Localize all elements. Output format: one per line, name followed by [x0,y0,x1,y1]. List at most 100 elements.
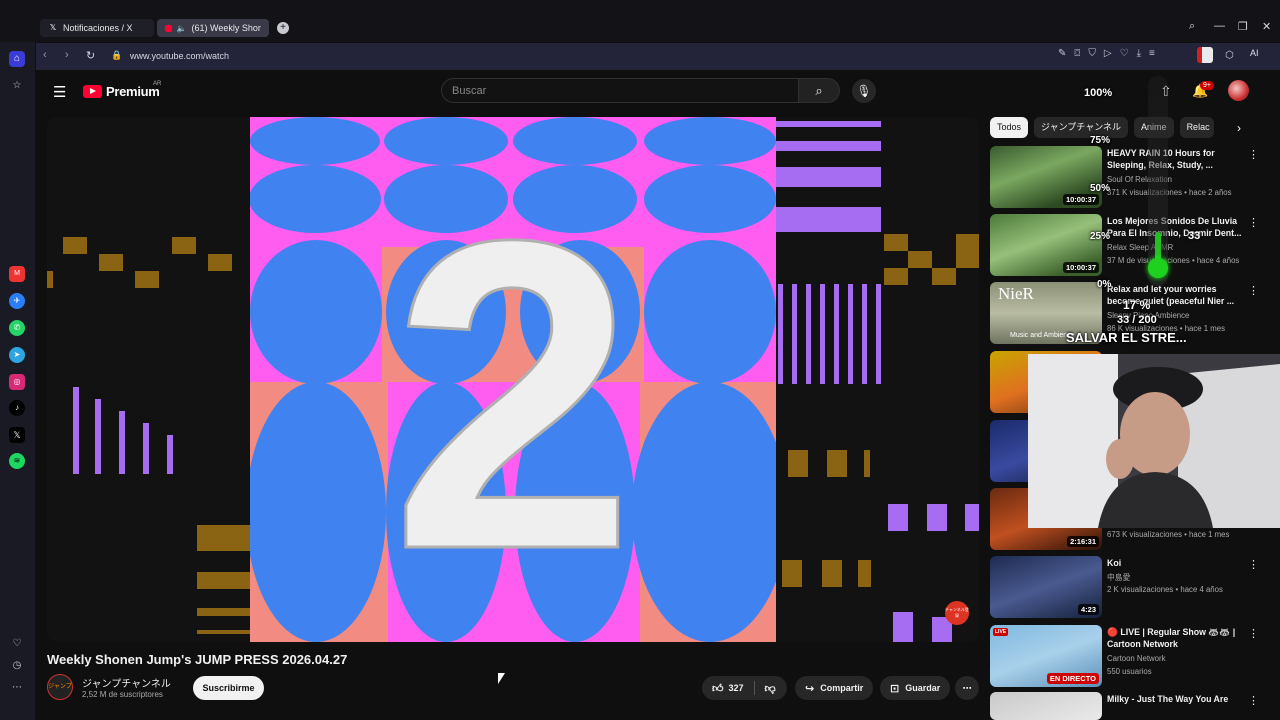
menu-icon[interactable]: ≡ [1149,48,1155,59]
overlay-volume-value: 33 [1188,230,1201,242]
list-item[interactable]: 4:23 Koi 中島愛 2 K visualizaciones • hace … [990,556,1270,618]
subscriber-count: 2,52 M de suscriptores [82,690,163,699]
puzzle-icon[interactable]: ⬡ [1225,50,1234,61]
close-window-icon[interactable]: ✕ [1262,20,1271,33]
channel-name[interactable]: Cartoon Network [1107,654,1166,663]
whatsapp-icon[interactable]: ✆ [9,320,25,336]
tab-youtube[interactable]: 🔈 (61) Weekly Shonen J... [157,19,269,37]
speaker-icon[interactable]: 🔈 [177,24,187,33]
video-title[interactable]: 🔴 LIVE | Regular Show 🦝🦝 | Cartoon Netwo… [1107,626,1247,650]
brand-label: Premium [106,84,160,99]
account-avatar[interactable] [1228,80,1249,101]
overlay-goal-text: SALVAR EL STRE... [1066,330,1187,345]
reload-icon[interactable]: ↻ [86,49,95,62]
spotify-icon[interactable]: ≋ [9,453,25,469]
search-tabs-icon[interactable]: ⌕ [1189,20,1195,33]
country-code: AR [153,81,162,87]
more-options-icon[interactable]: ⋮ [1248,148,1259,161]
search-button[interactable]: ⌕ [798,78,840,103]
heart-icon[interactable]: ♡ [9,636,25,652]
url-field[interactable]: www.youtube.com/watch [130,51,229,61]
more-options-icon[interactable]: ⋮ [1248,694,1259,707]
video-thumbnail[interactable]: 10:00:37 [990,146,1102,208]
more-options-icon[interactable]: ⋮ [1248,284,1259,297]
tab-label: (61) Weekly Shonen J... [191,23,262,33]
youtube-logo[interactable]: Premium [83,84,160,99]
live-status-badge: EN DIRECTO [1046,673,1099,684]
chevron-right-icon[interactable]: › [1237,121,1241,135]
list-item[interactable]: LIVE EN DIRECTO 🔴 LIVE | Regular Show 🦝🦝… [990,625,1270,687]
home-icon[interactable]: ⌂ [9,51,25,67]
download-icon[interactable]: ⤓ [1137,48,1141,59]
list-item[interactable]: 10:00:37 Los Mejores Sonidos De Lluvia P… [990,214,1270,276]
messenger-icon[interactable]: ✈ [9,293,25,309]
channel-name[interactable]: ジャンプチャンネル [82,675,171,690]
thumbs-up-icon: 👍︎ [712,682,724,695]
overlay-goal-percent: 17 % [1123,298,1151,312]
like-button[interactable]: 👍︎ 327 [712,682,744,695]
video-title[interactable]: Milky - Just The Way You Are [1107,693,1247,705]
video-title[interactable]: HEAVY RAIN 10 Hours for Sleeping, Relax,… [1107,147,1247,171]
overlay-volume-25: 25% [1090,231,1111,242]
video-title[interactable]: Los Mejores Sonidos De Lluvia Para El In… [1107,215,1247,239]
tiktok-icon[interactable]: ♪ [9,400,25,416]
camera-icon[interactable]: ⌼ [1074,48,1080,59]
video-player[interactable]: 2 チャンネル登録 [47,117,979,642]
channel-watermark[interactable]: チャンネル登録 [945,601,969,625]
heart-icon[interactable]: ♡ [1120,48,1129,59]
subscribe-button[interactable]: Suscribirme [193,676,264,700]
overlay-volume-50: 50% [1090,183,1111,194]
dislike-button[interactable]: 👎︎ [765,682,776,695]
more-options-icon[interactable]: ⋮ [1248,558,1259,571]
more-options-icon[interactable]: ⋮ [1248,627,1259,640]
list-item[interactable]: 10:00:37 HEAVY RAIN 10 Hours for Sleepin… [990,146,1270,208]
webcam-overlay [1028,354,1280,528]
volume-knob [1148,258,1168,278]
gmail-icon[interactable]: M [9,266,25,282]
save-button[interactable]: ⊡ Guardar [880,676,950,700]
channel-name[interactable]: 中島愛 [1107,572,1130,583]
chip-relac[interactable]: Relac [1179,117,1214,138]
search-icon: ⌕ [815,83,823,98]
chip-channel[interactable]: ジャンプチャンネル [1034,117,1129,138]
minimize-icon[interactable]: — [1214,20,1225,32]
list-item[interactable]: Milky - Just The Way You Are ⋮ [990,692,1270,720]
back-icon[interactable]: ‹ [43,49,47,61]
video-thumbnail[interactable]: 10:00:37 [990,214,1102,276]
tab-x-notifications[interactable]: 𝕏 Notificaciones / X [40,19,154,37]
more-icon: ⋯ [962,682,972,693]
x-icon[interactable]: 𝕏 [9,427,25,443]
instagram-icon[interactable]: ◎ [9,374,25,390]
duration-badge: 10:00:37 [1062,262,1099,273]
video-meta: 673 K visualizaciones • hace 1 mes [1107,530,1230,539]
video-thumbnail[interactable]: 4:23 [990,556,1102,618]
chip-todos[interactable]: Todos [990,117,1029,138]
new-tab-button[interactable]: + [277,22,289,34]
bookmark-icon[interactable]: ☆ [9,78,25,94]
menu-icon[interactable]: ☰ [53,83,66,101]
edit-icon[interactable]: ✎ [1058,48,1066,59]
art-svg: 2 [250,117,776,642]
video-title[interactable]: Koi [1107,557,1247,569]
search-input[interactable] [442,79,798,102]
forward-icon[interactable]: › [65,49,69,61]
shield-icon[interactable]: ⛉ [1088,48,1096,59]
share-button[interactable]: ↪ Compartir [795,676,873,700]
more-icon[interactable]: ⋯ [9,680,25,696]
maximize-icon[interactable]: ❐ [1238,20,1248,33]
more-actions-button[interactable]: ⋯ [955,676,979,700]
video-thumbnail[interactable] [990,692,1102,720]
more-options-icon[interactable]: ⋮ [1248,216,1259,229]
telegram-icon[interactable]: ➤ [9,347,25,363]
video-thumbnail-art: 2 [250,117,776,642]
channel-avatar[interactable]: ジャンプ [47,674,73,700]
history-icon[interactable]: ◷ [9,658,25,674]
like-count: 327 [728,683,744,693]
browser-sidebar: O ⌂ ☆ M ✈ ✆ ➤ ◎ ♪ 𝕏 ≋ ♡ ◷ ⋯ [0,0,35,720]
ai-button[interactable]: AI [1250,48,1259,58]
toolbar-icons: ✎ ⌼ ⛉ ▷ ♡ ⤓ ≡ [1058,48,1155,59]
voice-search-button[interactable]: 🎙 [852,79,876,103]
extension-icon[interactable] [1197,47,1213,63]
player-icon[interactable]: ▷ [1104,48,1112,59]
video-thumbnail[interactable]: LIVE EN DIRECTO [990,625,1102,687]
